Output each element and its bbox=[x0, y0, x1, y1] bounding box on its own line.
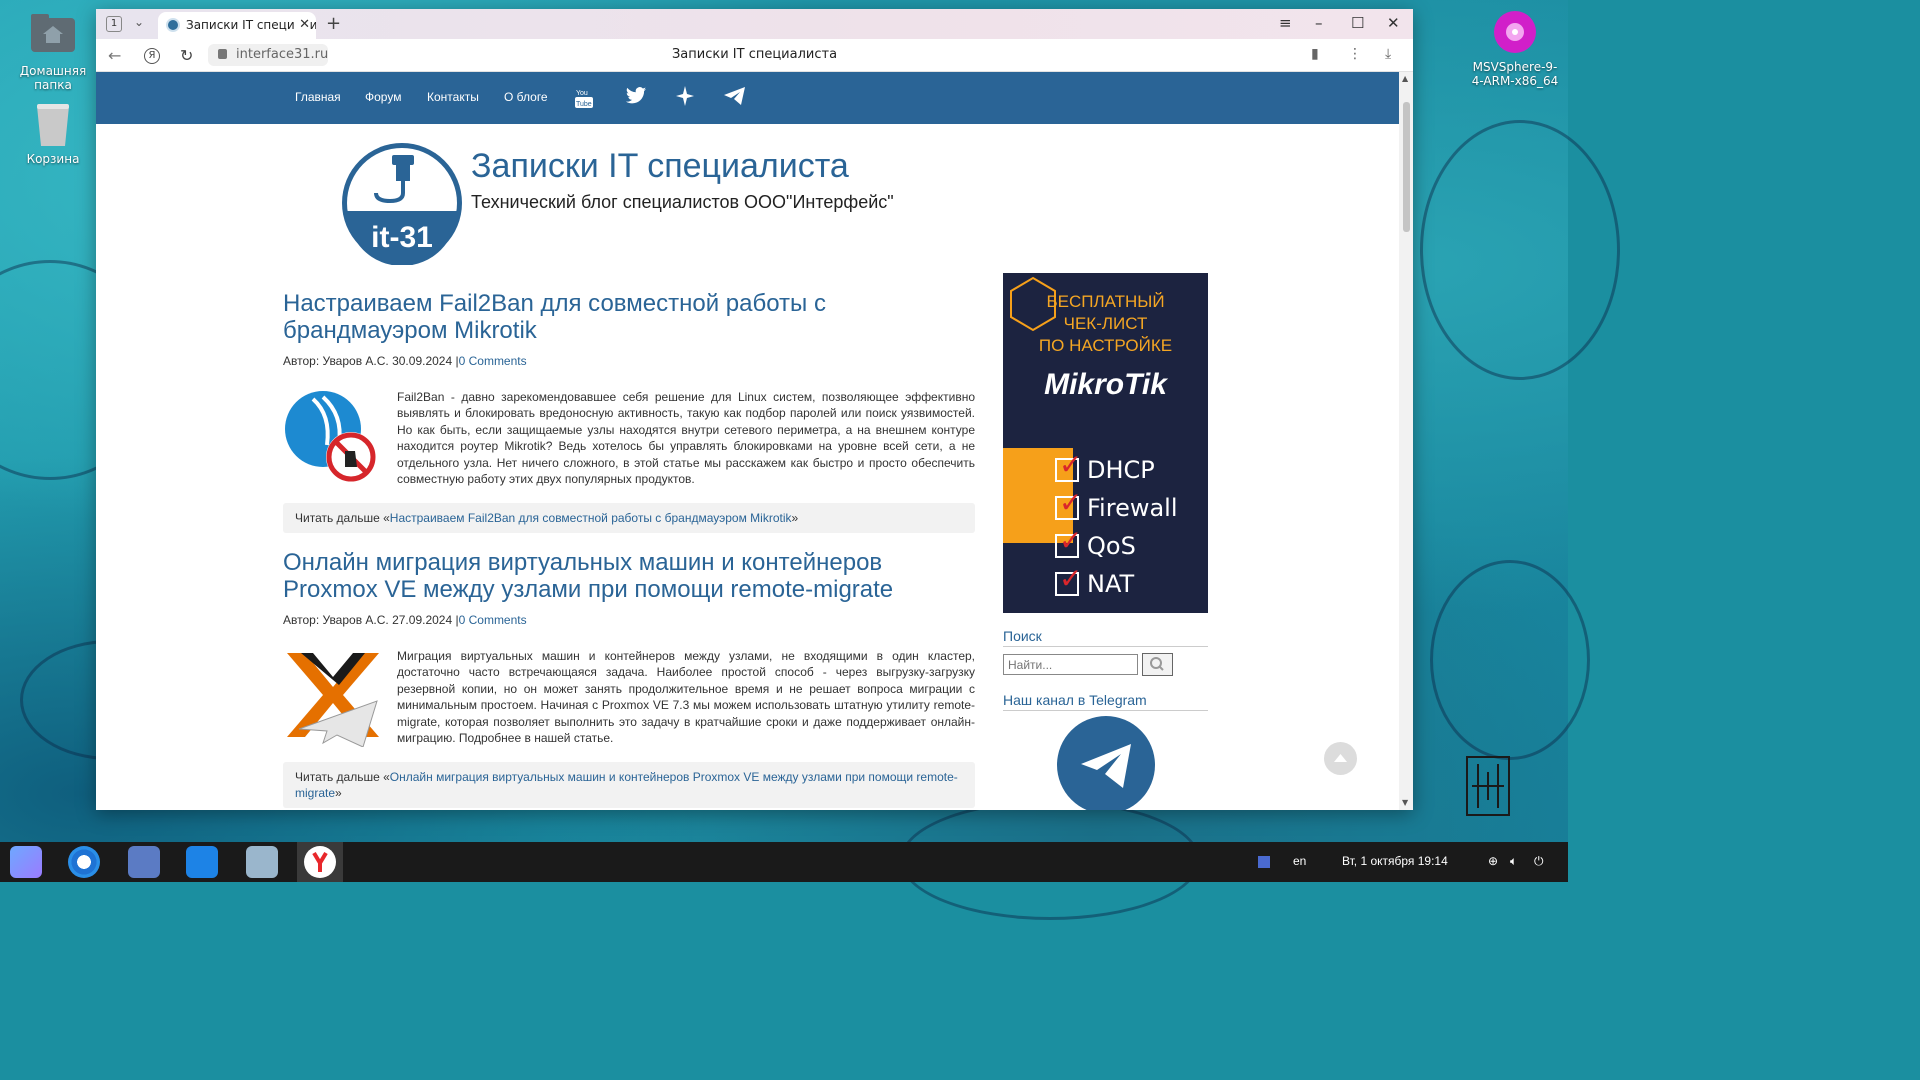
tab-bar: 1 ⌄ Записки IT специалис ✕ + ≡ – ☐ ✕ bbox=[96, 9, 1413, 39]
banner-check-item: DHCP bbox=[1055, 448, 1155, 484]
bookmark-icon[interactable]: ▮ bbox=[1311, 46, 1319, 62]
banner-check-item: Firewall bbox=[1055, 486, 1178, 522]
chevron-down-icon[interactable]: ⌄ bbox=[134, 15, 144, 29]
more-icon[interactable]: ⋮ bbox=[1348, 46, 1362, 62]
twitter-icon[interactable] bbox=[625, 86, 647, 110]
post-meta: Автор: Уваров А.С. 27.09.2024 |0 Comment… bbox=[283, 613, 527, 627]
new-tab-button[interactable]: + bbox=[326, 13, 341, 34]
widget-glyph-icon bbox=[1466, 756, 1510, 816]
scroll-up-icon[interactable]: ▲ bbox=[1402, 74, 1408, 83]
maximize-icon[interactable]: ☐ bbox=[1351, 14, 1364, 32]
network-icon[interactable]: ⊕ bbox=[1488, 854, 1498, 868]
post-title[interactable]: Онлайн миграция виртуальных машин и конт… bbox=[283, 549, 983, 603]
chromium-icon[interactable] bbox=[68, 846, 100, 878]
post-thumbnail-proxmox[interactable] bbox=[283, 647, 383, 748]
telegram-icon[interactable] bbox=[723, 86, 747, 110]
address-bar: ← Я ↻ interface31.ru Записки IT специали… bbox=[96, 39, 1413, 72]
read-more-link[interactable]: Настраиваем Fail2Ban для совместной рабо… bbox=[390, 511, 792, 525]
search-button[interactable] bbox=[1142, 653, 1173, 676]
site-title[interactable]: Записки IT специалиста bbox=[471, 147, 849, 186]
taskbar: en Вт, 1 октября 19:14 ⊕ 🔈︎ ⏻ bbox=[0, 842, 1568, 882]
read-more-box: Читать дальше «Онлайн миграция виртуальн… bbox=[283, 762, 975, 808]
search-input[interactable] bbox=[1003, 654, 1138, 675]
nav-home[interactable]: Главная bbox=[295, 90, 341, 104]
post-meta: Автор: Уваров А.С. 30.09.2024 |0 Comment… bbox=[283, 354, 527, 368]
banner-check-item: NAT bbox=[1055, 562, 1134, 598]
volume-icon[interactable]: 🔈︎ bbox=[1510, 854, 1517, 869]
app-menu-icon[interactable] bbox=[10, 846, 42, 878]
post-excerpt: Fail2Ban - давно зарекомендовавшее себя … bbox=[397, 390, 975, 487]
post-author-date: Автор: Уваров А.С. 27.09.2024 | bbox=[283, 613, 459, 627]
banner-line1: БЕСПЛАТНЫЙ bbox=[1046, 292, 1165, 311]
scrollbar-thumb[interactable] bbox=[1403, 102, 1410, 232]
nav-contacts[interactable]: Контакты bbox=[427, 90, 479, 104]
desktop-icon-label: Корзина bbox=[26, 152, 80, 166]
svg-text:it-31: it-31 bbox=[371, 221, 433, 254]
site-logo[interactable]: it-31 bbox=[340, 141, 464, 266]
youtube-icon[interactable]: You Tube bbox=[575, 87, 593, 113]
svg-text:You: You bbox=[576, 90, 588, 97]
desktop-icon-home[interactable]: Домашняя папка bbox=[8, 12, 98, 92]
scroll-to-top-button[interactable] bbox=[1324, 742, 1357, 775]
browser-window: 1 ⌄ Записки IT специалис ✕ + ≡ – ☐ ✕ ← Я… bbox=[96, 9, 1413, 810]
scroll-down-icon[interactable]: ▼ bbox=[1402, 798, 1408, 807]
browser-tab[interactable]: Записки IT специалис ✕ bbox=[158, 12, 316, 39]
search-widget-title: Поиск bbox=[1003, 628, 1208, 647]
desktop-icon-label: Домашняя папка bbox=[19, 64, 87, 92]
yandex-browser-icon[interactable] bbox=[304, 846, 336, 878]
favicon-icon bbox=[166, 18, 180, 32]
desktop-icon-disc[interactable]: MSVSphere-9-4-ARM-x86_64 bbox=[1470, 8, 1560, 88]
trash-icon bbox=[29, 100, 77, 148]
post-comments-link[interactable]: 0 Comments bbox=[459, 613, 527, 627]
keyboard-layout[interactable]: en bbox=[1293, 854, 1306, 868]
optical-disc-icon bbox=[1491, 8, 1539, 56]
clock[interactable]: Вт, 1 октября 19:14 bbox=[1342, 854, 1448, 868]
close-window-icon[interactable]: ✕ bbox=[1387, 14, 1400, 32]
site-nav: Главная Форум Контакты О блоге You Tube bbox=[96, 72, 1399, 124]
banner-check-item: QoS bbox=[1055, 524, 1136, 560]
files-icon[interactable] bbox=[186, 846, 218, 878]
read-more-link[interactable]: Онлайн миграция виртуальных машин и конт… bbox=[295, 770, 958, 800]
nav-forum[interactable]: Форум bbox=[365, 90, 401, 104]
read-more-box: Читать дальше «Настраиваем Fail2Ban для … bbox=[283, 503, 975, 533]
post-thumbnail-fail2ban[interactable] bbox=[283, 385, 383, 485]
page-title: Записки IT специалиста bbox=[671, 47, 838, 62]
post-comments-link[interactable]: 0 Comments bbox=[459, 354, 527, 368]
post-author-date: Автор: Уваров А.С. 30.09.2024 | bbox=[283, 354, 459, 368]
minimize-icon[interactable]: – bbox=[1315, 14, 1323, 32]
banner-line3: ПО НАСТРОЙКЕ bbox=[1038, 336, 1173, 355]
home-folder-icon bbox=[29, 12, 77, 60]
mikrotik-checklist-banner[interactable]: БЕСПЛАТНЫЙ ЧЕК-ЛИСТ ПО НАСТРОЙКЕ MikroTi… bbox=[1003, 273, 1208, 613]
page-scrollbar[interactable]: ▲ ▼ bbox=[1399, 72, 1413, 810]
tray-app-icon[interactable] bbox=[1258, 856, 1270, 868]
banner-brand: MikroTik bbox=[1044, 368, 1167, 401]
telegram-channel-icon[interactable] bbox=[1057, 716, 1155, 810]
tab-count[interactable]: 1 bbox=[106, 16, 122, 32]
svg-text:Tube: Tube bbox=[576, 101, 592, 108]
telegram-widget-title: Наш канал в Telegram bbox=[1003, 692, 1208, 711]
banner-line2: ЧЕК-ЛИСТ bbox=[1063, 314, 1148, 333]
download-icon[interactable]: ⤓ bbox=[1385, 46, 1391, 62]
post-excerpt: Миграция виртуальных машин и контейнеров… bbox=[397, 649, 975, 746]
page-viewport: Главная Форум Контакты О блоге You Tube bbox=[96, 72, 1399, 810]
sparkle-icon[interactable] bbox=[676, 86, 694, 110]
close-tab-icon[interactable]: ✕ bbox=[295, 17, 310, 32]
nav-about[interactable]: О блоге bbox=[504, 90, 548, 104]
desktop-icon-label: MSVSphere-9-4-ARM-x86_64 bbox=[1471, 60, 1559, 88]
power-icon[interactable]: ⏻ bbox=[1534, 854, 1544, 869]
menu-icon[interactable]: ≡ bbox=[1279, 14, 1292, 32]
desktop-icon-trash[interactable]: Корзина bbox=[8, 100, 98, 166]
post-title[interactable]: Настраиваем Fail2Ban для совместной рабо… bbox=[283, 290, 983, 344]
site-subtitle: Технический блог специалистов ООО"Интерф… bbox=[471, 192, 894, 212]
store-icon[interactable] bbox=[246, 846, 278, 878]
mail-icon[interactable] bbox=[128, 846, 160, 878]
